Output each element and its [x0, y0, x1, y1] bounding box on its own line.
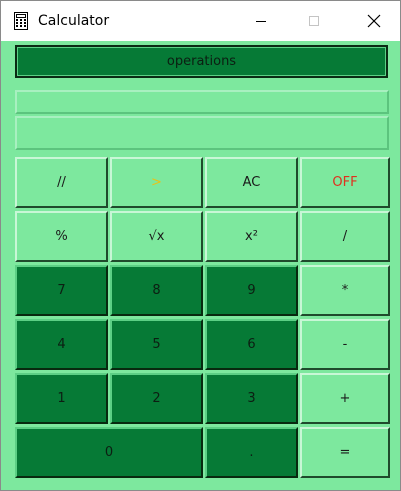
minus-button[interactable]: -: [300, 319, 390, 370]
all-clear-button[interactable]: AC: [205, 157, 298, 208]
minimize-icon: [256, 21, 266, 22]
equals-button[interactable]: =: [300, 427, 390, 478]
plus-button[interactable]: +: [300, 373, 390, 424]
digit-8-button[interactable]: 8: [110, 265, 203, 316]
window-title: Calculator: [38, 13, 110, 29]
divide-button[interactable]: /: [300, 211, 390, 262]
calculator-window: Calculator operations // > AC OFF % √x x…: [0, 0, 401, 491]
decimal-point-button[interactable]: .: [205, 427, 298, 478]
square-button[interactable]: x²: [205, 211, 298, 262]
close-icon: [367, 14, 381, 28]
digit-4-button[interactable]: 4: [15, 319, 108, 370]
digit-9-button[interactable]: 9: [205, 265, 298, 316]
floor-divide-button[interactable]: //: [15, 157, 108, 208]
title-bar[interactable]: Calculator: [1, 1, 400, 41]
percent-button[interactable]: %: [15, 211, 108, 262]
maximize-button[interactable]: [291, 1, 337, 41]
digit-6-button[interactable]: 6: [205, 319, 298, 370]
expression-display[interactable]: [15, 90, 389, 114]
digit-0-button[interactable]: 0: [15, 427, 203, 478]
result-display[interactable]: [15, 116, 389, 150]
digit-3-button[interactable]: 3: [205, 373, 298, 424]
arrow-button[interactable]: >: [110, 157, 203, 208]
minimize-button[interactable]: [238, 1, 284, 41]
off-button[interactable]: OFF: [300, 157, 390, 208]
calculator-body: operations // > AC OFF % √x x² / 7 8 9 *…: [1, 41, 400, 490]
maximize-icon: [309, 16, 319, 26]
calculator-app-icon: [14, 12, 28, 30]
close-button[interactable]: [351, 1, 397, 41]
digit-2-button[interactable]: 2: [110, 373, 203, 424]
digit-1-button[interactable]: 1: [15, 373, 108, 424]
square-root-button[interactable]: √x: [110, 211, 203, 262]
operations-button[interactable]: operations: [15, 45, 388, 78]
digit-5-button[interactable]: 5: [110, 319, 203, 370]
digit-7-button[interactable]: 7: [15, 265, 108, 316]
multiply-button[interactable]: *: [300, 265, 390, 316]
